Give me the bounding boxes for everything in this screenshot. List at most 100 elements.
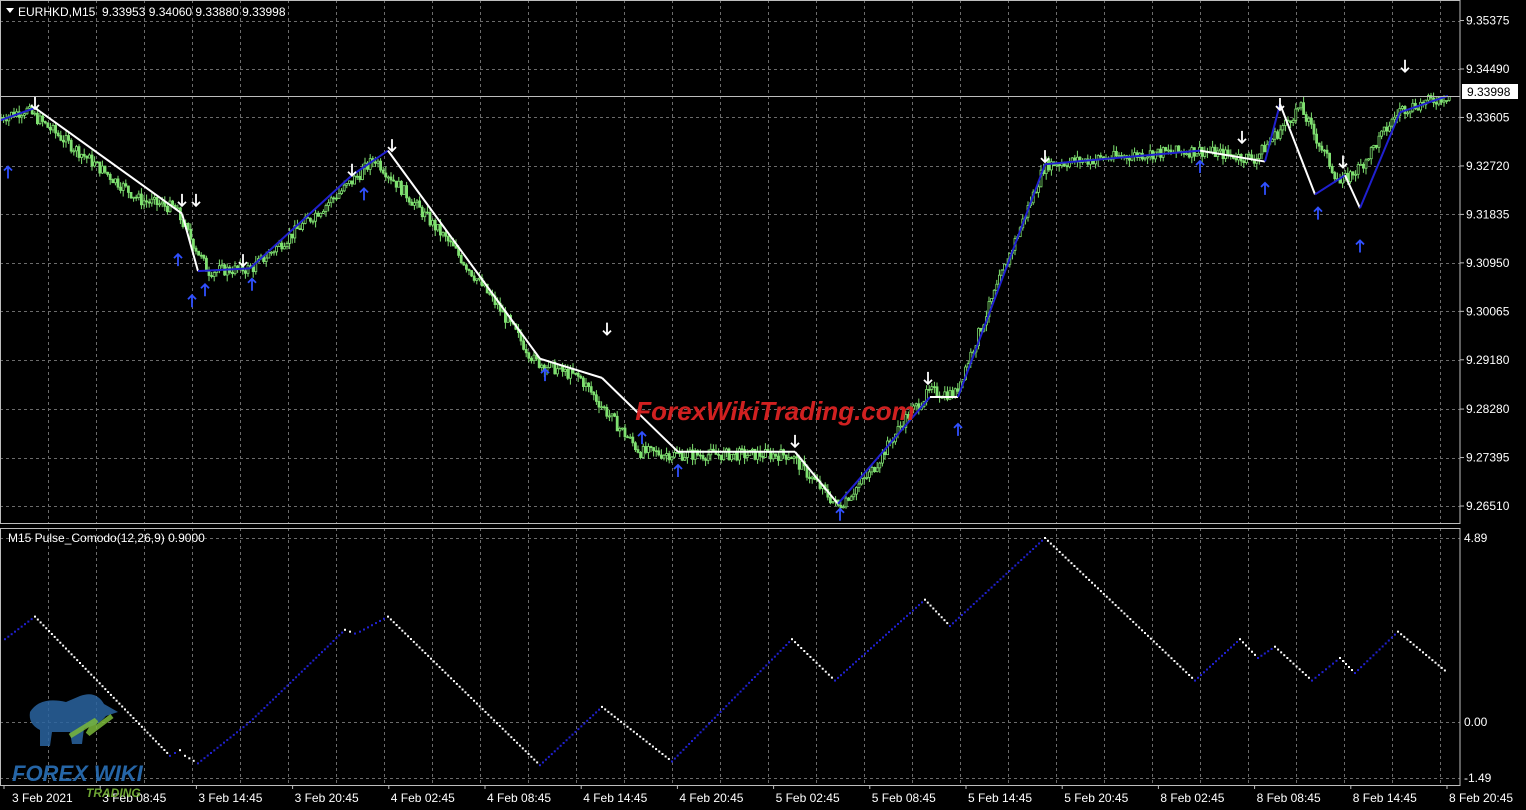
- candle-body: [1219, 148, 1222, 152]
- oscillator-dot: [1002, 575, 1005, 578]
- candle-body: [337, 193, 341, 199]
- oscillator-dot: [915, 606, 917, 609]
- oscillator-dot: [1233, 643, 1235, 646]
- oscillator-dot: [812, 658, 815, 661]
- oscillator-dot: [963, 611, 966, 614]
- candle-body: [764, 449, 767, 458]
- candle-body: [615, 415, 619, 432]
- oscillator-dot: [412, 640, 415, 643]
- oscillator-dot: [263, 706, 266, 709]
- oscillator-dot: [441, 668, 444, 671]
- oscillator-dot: [1422, 651, 1424, 654]
- oscillator-dot: [785, 644, 788, 647]
- candle-body: [933, 386, 936, 389]
- y-tick-label: 9.34490: [1466, 62, 1510, 76]
- oscillator-dot: [179, 749, 181, 752]
- x-tick-label: 8 Feb 08:45: [1257, 791, 1321, 805]
- candle-body: [308, 217, 312, 222]
- oscillator-dot: [975, 600, 978, 603]
- oscillator-dot: [1307, 676, 1310, 679]
- candle-body: [189, 228, 193, 240]
- candle-body: [647, 446, 650, 453]
- candle-body: [355, 175, 359, 178]
- oscillator-dot: [1345, 663, 1347, 666]
- candle-body: [860, 477, 863, 485]
- oscillator-dot: [203, 757, 206, 760]
- candle-body: [800, 461, 804, 470]
- candle-body: [264, 257, 268, 262]
- candle-body: [795, 456, 798, 459]
- candle-body: [610, 413, 614, 417]
- oscillator-dot: [1179, 665, 1182, 668]
- candle-body: [600, 406, 603, 409]
- oscillator-dot: [1254, 653, 1256, 656]
- oscillator-dot: [1286, 657, 1289, 659]
- oscillator-dot: [166, 751, 169, 754]
- oscillator-dot: [815, 661, 818, 664]
- oscillator-dot: [213, 749, 216, 752]
- candle-body: [1447, 96, 1451, 101]
- candle-body: [951, 390, 954, 398]
- oscillator-dot: [818, 664, 821, 667]
- oscillator-dot: [682, 748, 685, 751]
- oscillator-dot: [1301, 671, 1304, 674]
- candle-body: [1156, 148, 1160, 153]
- oscillator-dot: [475, 702, 478, 705]
- oscillator-dot: [1161, 648, 1164, 651]
- oscillator-dot: [504, 730, 507, 733]
- oscillator-dot: [604, 708, 607, 711]
- candle-body: [54, 125, 57, 134]
- candle-body: [649, 446, 653, 448]
- candle-body: [82, 153, 86, 157]
- candle-body: [1408, 110, 1412, 114]
- candle-body: [129, 191, 133, 199]
- candle-body: [631, 436, 635, 444]
- oscillator-dot: [223, 741, 225, 744]
- current-price-label: 9.33998: [1467, 85, 1511, 99]
- candle-body: [1177, 145, 1181, 152]
- x-tick-label: 3 Feb 20:45: [295, 791, 359, 805]
- oscillator-dot: [1400, 633, 1403, 636]
- oscillator-dot: [900, 620, 902, 623]
- candle-body: [1289, 120, 1292, 123]
- candle-body: [275, 246, 279, 253]
- candle-body: [1291, 119, 1295, 123]
- candle-body: [251, 266, 255, 273]
- candle-body: [410, 201, 414, 206]
- oscillator-dot: [1425, 653, 1428, 656]
- candle-body: [927, 389, 931, 391]
- oscillator-dot: [722, 708, 725, 711]
- oscillator-dot: [473, 699, 476, 702]
- oscillator-dot: [855, 660, 857, 663]
- candle-body: [186, 223, 190, 230]
- candle-body: [269, 251, 273, 254]
- oscillator-dot: [14, 630, 16, 633]
- oscillator-dot: [272, 698, 275, 701]
- oscillator-dot: [1120, 609, 1123, 612]
- candle-body: [340, 190, 344, 194]
- candle-body: [953, 388, 957, 398]
- oscillator-dot: [315, 656, 318, 659]
- oscillator-dot: [146, 731, 149, 734]
- oscillator-dot: [286, 684, 289, 687]
- oscillator-dot: [1135, 623, 1138, 626]
- oscillator-dot: [363, 628, 365, 631]
- candle-body: [660, 454, 663, 459]
- oscillator-dot: [1032, 548, 1035, 551]
- trading-chart[interactable]: 9.35375 9.34490 9.33605 9.32720 9.31835 9.309…: [0, 0, 1526, 810]
- candle-body: [1377, 135, 1381, 148]
- candle-body: [1388, 125, 1391, 132]
- oscillator-dot: [981, 594, 984, 597]
- candle-body: [202, 254, 206, 259]
- oscillator-dot: [571, 733, 574, 736]
- candle-body: [522, 340, 525, 350]
- oscillator-dot: [748, 681, 751, 684]
- symbol-header[interactable]: EURHKD,M15 9.33953 9.34060 9.33880 9.339…: [6, 5, 286, 19]
- oscillator-dot: [1094, 584, 1096, 587]
- candle-body: [870, 466, 874, 473]
- oscillator-dot: [876, 641, 878, 644]
- oscillator-dot: [34, 615, 36, 618]
- oscillator-dot: [960, 614, 963, 617]
- oscillator-dot: [138, 722, 141, 725]
- oscillator-dot: [143, 728, 146, 731]
